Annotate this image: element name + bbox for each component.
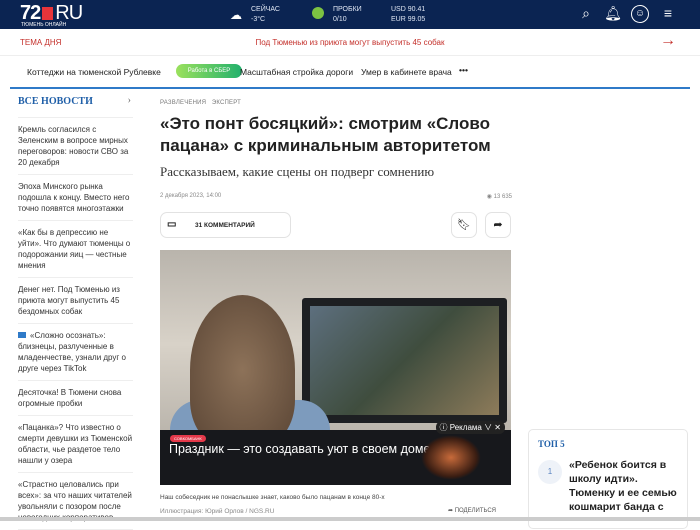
news-sidebar: ВСЕ НОВОСТИ › Кремль согласился с Зеленск… <box>18 95 133 530</box>
news-item[interactable]: «Сложно осознать»: близнецы, разлученные… <box>18 324 133 381</box>
news-item[interactable]: «Как бы в депрессию не уйти». Что думают… <box>18 221 133 278</box>
category-link[interactable]: ЭКСПЕРТ <box>212 100 241 106</box>
bell-icon[interactable]: 🔔︎ <box>604 5 622 23</box>
share-link[interactable]: ➦ ПОДЕЛИТЬСЯ <box>448 507 496 514</box>
ad-text: Праздник — это создавать уют в своем дом… <box>169 442 431 456</box>
photo-caption: Наш собеседник не понаслышке знает, како… <box>160 494 385 501</box>
horizontal-scrollbar[interactable] <box>0 517 700 521</box>
more-button[interactable]: ••• <box>459 65 468 75</box>
article-title: «Это понт босяцкий»: смотрим «Слово паца… <box>160 114 491 155</box>
topic-of-day[interactable]: ТЕМА ДНЯ Под Тюменью из приюта могут вып… <box>0 30 700 56</box>
weather: СЕЙЧАС -3°C <box>251 6 280 23</box>
eye-icon: ◉ <box>486 194 494 200</box>
search-icon[interactable]: ⌕ <box>577 5 595 23</box>
trending-nav: Коттеджи на тюменской Рублевке Работа в … <box>10 57 690 89</box>
menu-icon[interactable]: ≡ <box>659 5 677 23</box>
traffic: ПРОБКИ 0/10 <box>333 6 362 23</box>
article-meta: 2 декабря 2023, 14:00 ◉ 13 635 <box>160 193 512 203</box>
ad-controls[interactable]: ⓘ Реклама ∨ ✕ <box>435 421 505 434</box>
tv-image <box>302 298 507 423</box>
views: ◉ 13 635 <box>486 194 512 200</box>
currency-rates: USD 90.41 EUR 99.05 <box>391 6 426 23</box>
article-lead: Рассказываем, какие сцены он подверг сом… <box>160 164 435 179</box>
bookmark-button[interactable]: 🔖︎ <box>451 212 477 238</box>
nav-item[interactable]: Умер в кабинете врача <box>361 67 452 77</box>
rank-number: 1 <box>538 460 562 484</box>
site-logo[interactable]: 72 RU ТЮМЕНЬ ОНЛАЙН <box>20 2 83 28</box>
logo-subtitle: ТЮМЕНЬ ОНЛАЙН <box>21 22 67 28</box>
top5-widget: ТОП 5 1 «Ребенок боится в школу идти». Т… <box>528 429 688 529</box>
user-icon[interactable]: ☺ <box>631 5 649 23</box>
cloud-icon: ☁ <box>230 8 242 22</box>
video-icon <box>18 332 26 338</box>
news-item[interactable]: Кремль согласился с Зеленским в вопросе … <box>18 118 133 175</box>
news-item[interactable]: Денег нет. Под Тюменью из приюта могут в… <box>18 278 133 324</box>
sber-ad-button[interactable]: Работа в СБЕР <box>176 64 242 78</box>
article-date: 2 декабря 2023, 14:00 <box>160 193 222 199</box>
news-item[interactable]: «Страстно целовались при всех»: за что н… <box>18 473 133 530</box>
categories: РАЗВЛЕЧЕНИЯ ЭКСПЕРТ <box>160 100 512 106</box>
article-photo: СОВКОМБАНК Праздник — это создавать уют … <box>160 250 511 485</box>
news-item[interactable]: Эпоха Минского рынка подошла к концу. Вм… <box>18 175 133 221</box>
comment-icon: ▭ <box>167 219 177 230</box>
nav-item[interactable]: Масштабная стройка дороги <box>240 67 353 77</box>
category-link[interactable]: РАЗВЛЕЧЕНИЯ <box>160 100 206 106</box>
comments-button[interactable]: ▭ 31 КОММЕНТАРИЙ <box>160 212 291 238</box>
news-item[interactable]: Десяточка! В Тюмени снова огромные пробк… <box>18 381 133 416</box>
site-header: 72 RU ТЮМЕНЬ ОНЛАЙН ☁ СЕЙЧАС -3°C ПРОБКИ 0/1… <box>0 0 700 29</box>
photo-credit: Иллюстрация: Юрий Орлов / NGS.RU <box>160 508 275 515</box>
all-news-link[interactable]: ВСЕ НОВОСТИ › <box>18 95 133 118</box>
ad-image <box>421 435 481 480</box>
arrow-right-icon[interactable]: → <box>660 32 676 50</box>
topic-headline[interactable]: Под Тюменью из приюта могут выпустить 45… <box>0 38 700 47</box>
ad-badge: СОВКОМБАНК <box>170 435 206 442</box>
top5-item[interactable]: «Ребенок боится в школу идти». Тюменку и… <box>569 458 684 514</box>
nav-item[interactable]: Коттеджи на тюменской Рублевке <box>27 67 161 77</box>
share-button[interactable]: ➦ <box>485 212 511 238</box>
traffic-icon <box>312 7 324 19</box>
article: РАЗВЛЕЧЕНИЯ ЭКСПЕРТ «Это понт босяцкий»:… <box>160 100 512 240</box>
top5-title: ТОП 5 <box>538 439 565 449</box>
news-item[interactable]: «Пацанка»? Что известно о смерти девушки… <box>18 416 133 473</box>
ad-banner[interactable]: СОВКОМБАНК Праздник — это создавать уют … <box>160 421 511 485</box>
share-icon: ➦ <box>448 508 455 514</box>
chevron-right-icon: › <box>127 95 131 106</box>
